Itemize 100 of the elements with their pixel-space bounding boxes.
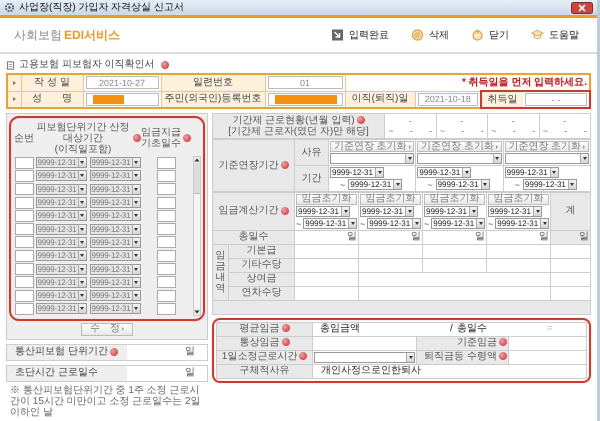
reset-button[interactable]: 기준연장 초기화 xyxy=(417,141,502,152)
input-cell[interactable] xyxy=(294,272,358,286)
input-cell[interactable] xyxy=(422,244,486,258)
date-dropdown[interactable]: 9999-12-31 xyxy=(348,179,402,190)
input-cell[interactable] xyxy=(508,336,586,350)
scrollbar-thumb[interactable] xyxy=(194,163,200,194)
month-field[interactable]: - xyxy=(532,126,536,136)
dropdown[interactable] xyxy=(314,352,415,362)
date-dropdown[interactable]: 9999-12-31 xyxy=(360,206,414,216)
dropdown[interactable] xyxy=(504,153,589,164)
number-field[interactable] xyxy=(14,263,34,276)
days-field[interactable] xyxy=(156,236,176,248)
days-field[interactable] xyxy=(156,276,176,288)
toolbar-button[interactable]: 닫기 xyxy=(471,28,509,42)
reset-button[interactable]: 임금초기화 xyxy=(488,194,549,204)
date-dropdown[interactable]: 9999-12-31 xyxy=(436,179,490,190)
month-field[interactable]: - xyxy=(410,126,413,136)
edit-button[interactable]: 수 정 xyxy=(81,322,133,336)
date-dropdown[interactable]: 9999-12-31 xyxy=(367,218,421,229)
input-cell[interactable] xyxy=(358,286,550,300)
reset-button[interactable]: 기준연장 초기화 xyxy=(330,141,414,152)
days-field[interactable] xyxy=(156,223,176,236)
number-field[interactable] xyxy=(14,250,34,262)
input-cell[interactable] xyxy=(550,286,590,300)
input-cell[interactable] xyxy=(312,336,416,350)
date-dropdown[interactable]: 9999-12-31 xyxy=(424,206,478,216)
month-field[interactable]: - xyxy=(480,126,484,136)
help-icon[interactable] xyxy=(110,348,118,356)
number-field[interactable] xyxy=(14,196,34,209)
month-field[interactable]: - xyxy=(408,116,412,126)
help-icon[interactable] xyxy=(133,134,141,142)
input-cell[interactable] xyxy=(550,258,590,272)
date-dropdown[interactable]: 9999-12-31 xyxy=(417,166,472,178)
input-cell[interactable] xyxy=(486,244,550,258)
date-dropdown[interactable]: 9999-12-31 xyxy=(488,206,542,216)
date-dropdown[interactable]: 9999-12-31 xyxy=(522,179,577,190)
number-field[interactable] xyxy=(14,290,34,302)
reset-button[interactable]: 임금초기화 xyxy=(424,194,485,204)
input-cell[interactable] xyxy=(550,244,590,258)
input-cell[interactable] xyxy=(294,258,358,272)
number-field[interactable] xyxy=(14,223,34,236)
scroll-up-icon[interactable] xyxy=(194,157,200,163)
input-cell[interactable] xyxy=(508,350,586,364)
input-cell[interactable] xyxy=(358,272,550,286)
toolbar-button[interactable]: 도움말 xyxy=(531,28,579,42)
days-field[interactable] xyxy=(156,170,176,182)
scrollbar[interactable] xyxy=(193,156,201,316)
days-field[interactable] xyxy=(156,210,176,222)
input-cell[interactable] xyxy=(422,258,486,272)
id-number-field[interactable] xyxy=(268,92,342,106)
date-field[interactable]: 2021-10-18 xyxy=(418,92,478,106)
help-icon[interactable] xyxy=(183,134,191,142)
name-field[interactable] xyxy=(86,92,158,106)
toolbar-button[interactable]: 입력완료 xyxy=(331,28,389,42)
date-dropdown[interactable]: 9999-12-31 xyxy=(296,206,350,216)
dropdown[interactable] xyxy=(417,153,502,164)
close-button[interactable] xyxy=(571,2,593,14)
date-field[interactable]: - - xyxy=(525,93,587,106)
input-cell[interactable] xyxy=(486,258,550,272)
reset-button[interactable]: 기준연장 초기화 xyxy=(504,141,589,152)
help-icon[interactable] xyxy=(160,61,169,69)
help-icon[interactable] xyxy=(356,116,365,124)
number-field[interactable] xyxy=(14,183,34,196)
reset-button[interactable]: 임금초기화 xyxy=(360,194,421,204)
month-field[interactable]: - xyxy=(461,126,464,136)
number-field[interactable] xyxy=(14,210,34,222)
input-cell[interactable] xyxy=(550,272,590,286)
date-field[interactable]: 2021-10-27 xyxy=(86,76,158,90)
date-dropdown[interactable]: 9999-12-31 xyxy=(303,218,357,229)
help-icon[interactable] xyxy=(280,206,288,215)
number-field[interactable] xyxy=(14,170,34,182)
days-field[interactable] xyxy=(156,302,176,315)
number-field[interactable] xyxy=(14,276,34,288)
date-dropdown[interactable]: 9999-12-31 xyxy=(431,218,485,229)
date-dropdown[interactable]: 9999-12-31 xyxy=(495,218,549,229)
help-icon[interactable] xyxy=(299,352,308,360)
number-field[interactable] xyxy=(14,302,34,315)
days-field[interactable] xyxy=(156,156,176,169)
days-field[interactable] xyxy=(156,263,176,276)
date-dropdown[interactable]: 9999-12-31 xyxy=(330,166,384,178)
month-field[interactable]: - xyxy=(563,116,566,126)
month-field[interactable]: - xyxy=(512,126,516,136)
scroll-down-icon[interactable] xyxy=(194,308,200,315)
days-field[interactable] xyxy=(156,250,176,262)
toolbar-button[interactable]: 삭제 xyxy=(411,28,449,42)
days-field[interactable] xyxy=(156,196,176,209)
month-field[interactable]: - xyxy=(564,126,568,136)
month-field[interactable]: - xyxy=(429,126,432,136)
input-cell[interactable] xyxy=(358,244,422,258)
days-field[interactable] xyxy=(156,290,176,302)
month-field[interactable]: - xyxy=(512,116,515,126)
month-field[interactable]: - xyxy=(460,116,464,126)
number-field[interactable] xyxy=(14,156,34,169)
input-cell[interactable] xyxy=(294,286,358,300)
month-field[interactable]: - xyxy=(584,126,587,136)
input-cell[interactable] xyxy=(294,244,358,258)
serial-field[interactable]: 01 xyxy=(268,76,342,90)
days-field[interactable] xyxy=(156,183,176,196)
input-cell[interactable] xyxy=(358,258,422,272)
date-dropdown[interactable]: 9999-12-31 xyxy=(504,166,559,178)
